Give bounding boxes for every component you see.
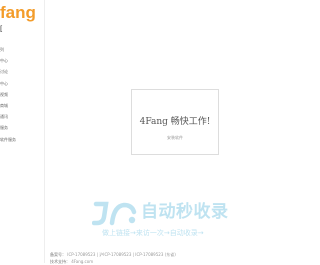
sidebar-item[interactable]: 软件服务 (0, 134, 44, 145)
sidebar-item[interactable]: 列 (0, 44, 44, 55)
sidebar-item[interactable]: 服务 (0, 122, 44, 133)
sidebar-nav: 列 中心 讨论 中心 视频 商城 通讯 服务 软件服务 (0, 44, 44, 145)
sidebar-item[interactable]: 中心 (0, 55, 44, 66)
brand-logo[interactable]: fang (0, 3, 36, 23)
footer-icp-label: 备案号： (50, 252, 66, 257)
footer-icp: 备案号： ICP-17089523 | 沪ICP-17089523 | ICP-… (50, 252, 176, 258)
sidebar: fang [ 列 中心 讨论 中心 视频 商城 通讯 服务 软件服务 (0, 0, 45, 263)
welcome-card: 4Fang 畅快工作! 安装软件 (131, 89, 219, 155)
watermark-slogan: 做上链接→来访一次→自动收录→ (102, 229, 204, 237)
card-title: 4Fang 畅快工作! (139, 117, 211, 127)
footer-support-value[interactable]: 4Fang.com (71, 259, 93, 264)
watermark: 自动秒收录 做上链接→来访一次→自动收录→ (92, 200, 252, 242)
sidebar-item[interactable]: 商城 (0, 100, 44, 111)
watermark-logo-icon (92, 201, 137, 226)
footer-support: 技术支持： 4Fang.com (50, 259, 93, 265)
sidebar-item[interactable]: 通讯 (0, 111, 44, 122)
footer-icp-value[interactable]: ICP-17089523 | 沪ICP-17089523 | ICP-17089… (67, 252, 175, 257)
install-software-link[interactable]: 安装软件 (132, 135, 218, 141)
brand-subtitle: [ (0, 25, 3, 33)
footer-support-label: 技术支持： (50, 259, 70, 264)
watermark-title: 自动秒收录 (141, 202, 229, 222)
sidebar-item[interactable]: 中心 (0, 78, 44, 89)
sidebar-item[interactable]: 讨论 (0, 66, 44, 77)
sidebar-item[interactable]: 视频 (0, 89, 44, 100)
